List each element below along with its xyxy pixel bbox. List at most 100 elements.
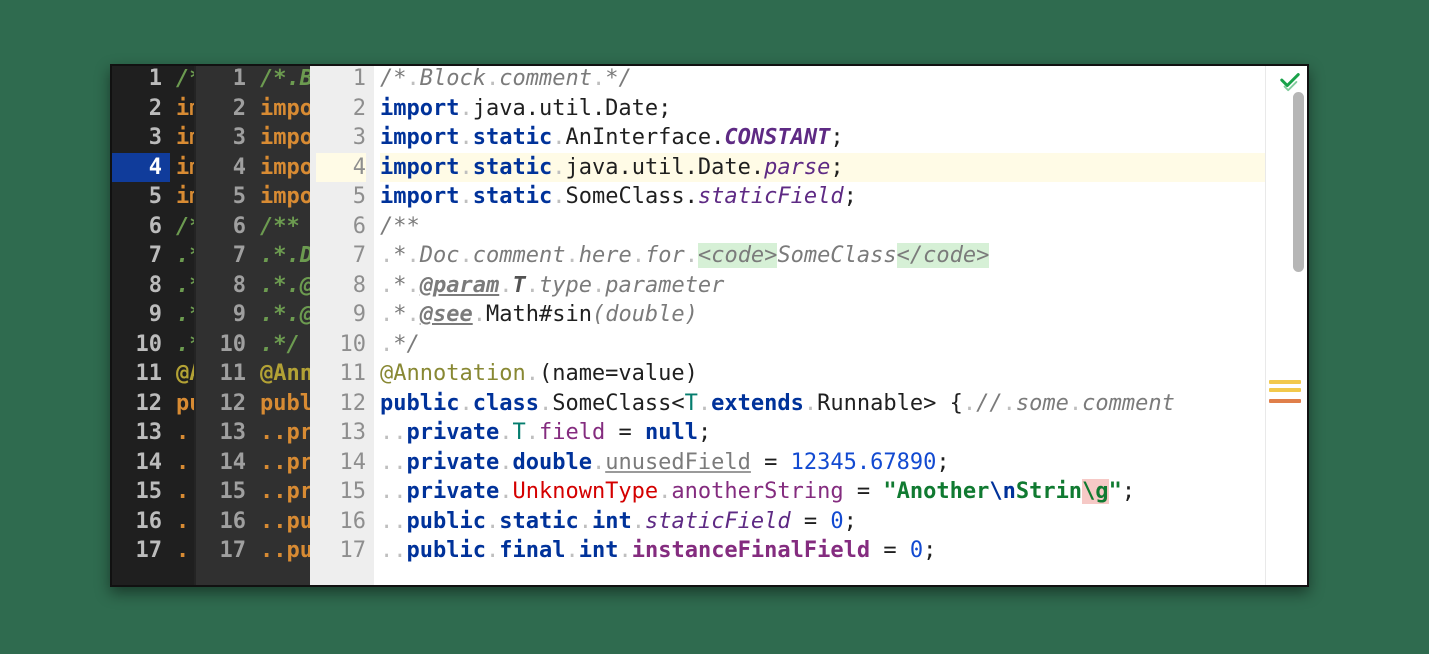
code-token: T <box>685 391 698 416</box>
code-token: \n <box>989 479 1016 504</box>
code-line[interactable]: .*.@param.T.type.parameter <box>380 271 1309 301</box>
code-token: 0 <box>910 538 923 563</box>
code-token: type <box>539 273 592 298</box>
line-number: 6 <box>200 212 246 242</box>
code-token: AnInterface. <box>565 125 724 150</box>
code-token: unusedField <box>605 450 751 475</box>
code-token: \g <box>1082 479 1109 504</box>
code-token: Strin <box>1016 479 1082 504</box>
error-stripe-mark[interactable] <box>1269 388 1301 392</box>
code-token: <code> <box>698 243 777 268</box>
code-token: 12345.67890 <box>791 450 937 475</box>
code-line[interactable]: import.static.SomeClass.staticField; <box>380 182 1309 212</box>
code-line[interactable]: @Annotation.(name=value) <box>380 359 1309 389</box>
code-fragment: publ <box>260 391 313 416</box>
code-token: Doc <box>420 243 460 268</box>
code-token: import <box>380 184 459 209</box>
code-token: /* <box>380 66 407 91</box>
code-token: " <box>1109 479 1122 504</box>
code-fragment: ..pu <box>260 509 313 534</box>
code-line[interactable]: import.static.AnInterface.CONSTANT; <box>380 123 1309 153</box>
code-fragment: .*.@ <box>260 302 313 327</box>
code-token: UnknownType <box>512 479 658 504</box>
line-number: 7 <box>316 241 366 271</box>
code-token: .. <box>380 420 407 445</box>
code-token: public <box>407 538 486 563</box>
code-line[interactable]: ..private.UnknownType.anotherString = "A… <box>380 477 1309 507</box>
code-token: . <box>499 420 512 445</box>
code-token: . <box>618 538 631 563</box>
code-line[interactable]: import.java.util.Date; <box>380 94 1309 124</box>
line-number: 2 <box>200 94 246 124</box>
code-token: public <box>380 391 459 416</box>
code-token: . <box>685 243 698 268</box>
line-number: 6 <box>316 212 366 242</box>
code-line[interactable]: .*.@see.Math#sin(double) <box>380 300 1309 330</box>
line-number: 15 <box>116 477 162 507</box>
code-line[interactable]: ..private.double.unusedField = 12345.678… <box>380 448 1309 478</box>
code-token: */ <box>605 66 632 91</box>
code-token: . <box>407 273 420 298</box>
window-edge <box>194 64 196 587</box>
code-token: . <box>459 184 472 209</box>
line-number: 6 <box>116 212 162 242</box>
line-number: 16 <box>116 507 162 537</box>
line-number: 11 <box>316 359 366 389</box>
code-area[interactable]: /*.Block.comment.*/import.java.util.Date… <box>374 64 1309 587</box>
code-line[interactable]: .*/ <box>380 330 1309 360</box>
code-token: . <box>526 420 539 445</box>
code-token: = <box>605 420 645 445</box>
code-token: comment <box>499 66 592 91</box>
line-number: 11 <box>116 359 162 389</box>
code-fragment: @Ann <box>260 361 313 386</box>
line-number: 1 <box>316 64 366 94</box>
code-token: private <box>407 479 500 504</box>
code-token: ; <box>936 450 949 475</box>
line-number: 5 <box>116 182 162 212</box>
line-number: 15 <box>200 477 246 507</box>
code-token: anotherString <box>671 479 843 504</box>
code-token: (name=value) <box>539 361 698 386</box>
line-number: 4 <box>200 153 246 183</box>
code-token: = <box>870 538 910 563</box>
code-token: double <box>512 450 591 475</box>
code-line[interactable]: .*.Doc.comment.here.for.<code>SomeClass<… <box>380 241 1309 271</box>
editor-layer-light[interactable]: 1234567891011121314151617 /*.Block.comme… <box>310 64 1309 587</box>
line-number: 1 <box>200 64 246 94</box>
code-line[interactable]: /** <box>380 212 1309 242</box>
code-token: .. <box>380 509 407 534</box>
code-token: ; <box>658 96 671 121</box>
code-token: . <box>486 509 499 534</box>
line-number: 5 <box>316 182 366 212</box>
gutter: 1234567891011121314151617 <box>310 64 374 587</box>
code-line[interactable]: ..public.static.int.staticField = 0; <box>380 507 1309 537</box>
code-fragment: /*.B <box>260 66 313 91</box>
line-number: 14 <box>200 448 246 478</box>
code-token: staticField <box>645 509 791 534</box>
line-number: 8 <box>316 271 366 301</box>
scrollbar-thumb[interactable] <box>1293 92 1304 272</box>
code-token: . <box>486 66 499 91</box>
code-token: . <box>407 243 420 268</box>
error-stripe-mark[interactable] <box>1269 399 1301 403</box>
code-line[interactable]: ..private.T.field = null; <box>380 418 1309 448</box>
code-line[interactable]: ..public.final.int.instanceFinalField = … <box>380 536 1309 566</box>
code-token: . <box>499 273 512 298</box>
code-line[interactable]: /*.Block.comment.*/ <box>380 64 1309 94</box>
code-fragment: ..pu <box>260 538 313 563</box>
code-line[interactable]: public.class.SomeClass<T.extends.Runnabl… <box>380 389 1309 419</box>
code-line[interactable]: import.static.java.util.Date.parse; <box>380 153 1309 183</box>
line-number: 2 <box>116 94 162 124</box>
code-fragment: impo <box>260 184 313 209</box>
code-token: . <box>1069 391 1082 416</box>
code-token: . <box>565 538 578 563</box>
scrollbar-strip[interactable] <box>1265 64 1309 587</box>
code-token: . <box>380 273 393 298</box>
code-token: . <box>486 538 499 563</box>
code-token: private <box>407 450 500 475</box>
code-token: ; <box>844 509 857 534</box>
code-token: null <box>645 420 698 445</box>
error-stripe-mark[interactable] <box>1269 380 1301 384</box>
code-token: ; <box>1122 479 1135 504</box>
code-token: ; <box>830 155 843 180</box>
